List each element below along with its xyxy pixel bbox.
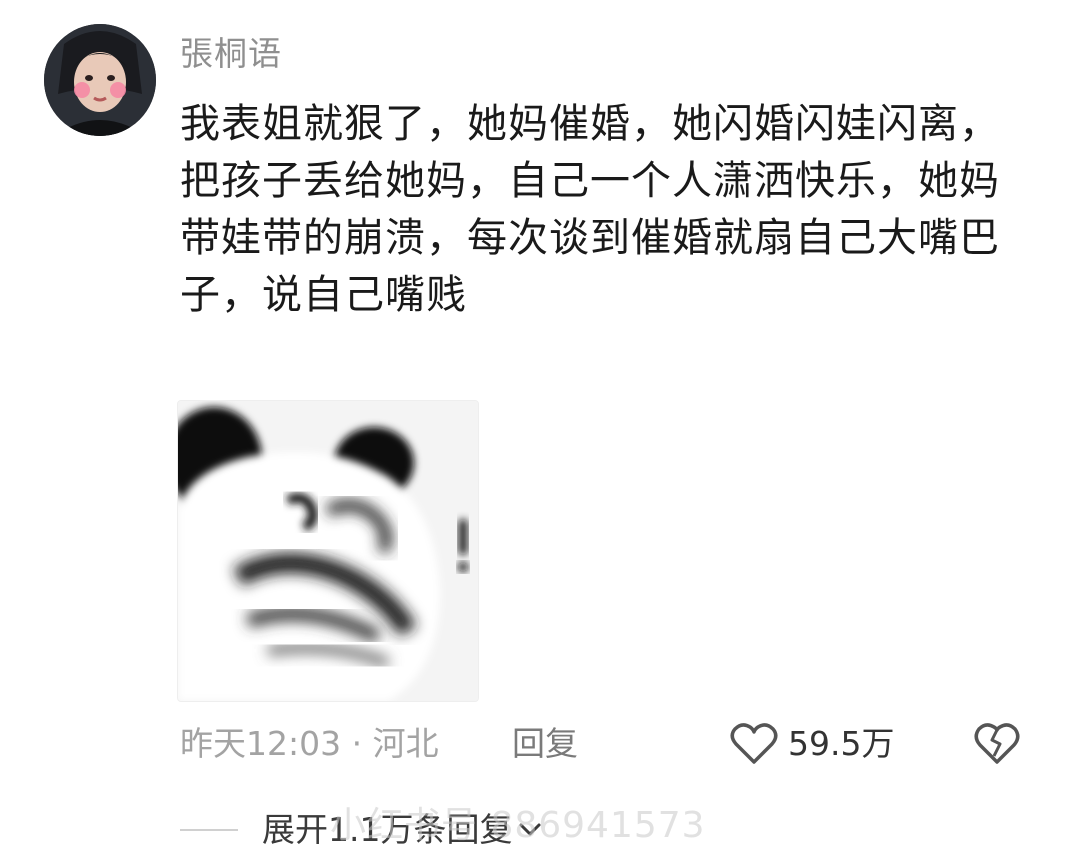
panda-meme-sticker <box>178 401 478 701</box>
like-count: 59.5万 <box>788 724 895 763</box>
avatar-photo <box>44 24 156 136</box>
avatar[interactable] <box>44 24 156 136</box>
sticker-image[interactable] <box>177 400 479 702</box>
expand-replies-label: 展开1.1万条回复 <box>262 810 513 849</box>
expand-divider <box>180 829 238 831</box>
heart-outline-icon <box>730 723 778 764</box>
username[interactable]: 張桐语 <box>180 30 282 78</box>
comment-text: 我表姐就狠了，她妈催婚，她闪婚闪娃闪离，把孩子丢给她妈，自己一个人潇洒快乐，她妈… <box>180 101 1000 318</box>
chevron-down-icon <box>519 823 541 836</box>
like-button[interactable]: 59.5万 <box>730 716 894 772</box>
reply-button[interactable]: 回复 <box>512 718 578 770</box>
expand-replies-button[interactable]: 展开1.1万条回复 <box>262 804 542 856</box>
broken-heart-icon <box>974 723 1020 764</box>
comment-meta: 昨天12:03 · 河北 <box>180 724 439 763</box>
dislike-button[interactable] <box>972 718 1022 768</box>
